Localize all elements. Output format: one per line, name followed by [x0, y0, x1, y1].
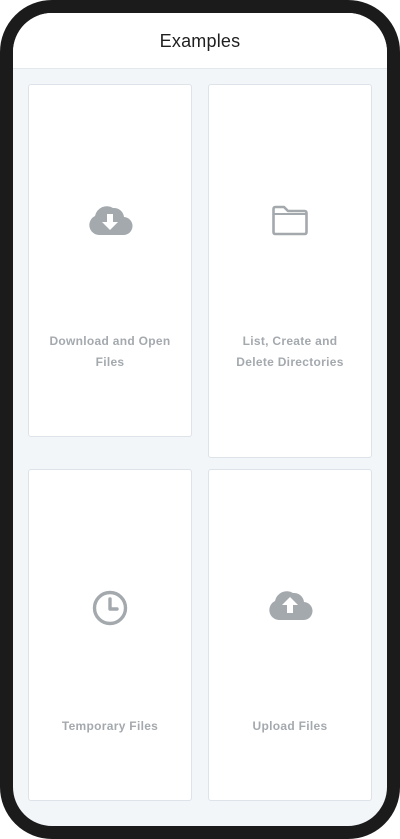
card-label: List, Create and Delete Directories — [236, 334, 344, 369]
clock-icon — [92, 590, 128, 626]
card-label: Temporary Files — [61, 719, 159, 733]
card-upload-files[interactable]: Upload Files — [208, 469, 372, 801]
cloud-download-icon — [89, 206, 133, 236]
navigation-header: Examples — [13, 13, 387, 69]
page-title: Examples — [159, 31, 241, 51]
cloud-upload-icon — [269, 591, 313, 621]
card-label: Upload Files — [252, 719, 328, 733]
folder-icon — [272, 205, 308, 236]
card-directories[interactable]: List, Create and Delete Directories — [208, 84, 372, 458]
card-temporary-files[interactable]: Temporary Files — [28, 469, 192, 801]
device-frame: Examples Download and Open Files List, C… — [0, 0, 400, 839]
card-label: Download and Open Files — [49, 334, 171, 369]
card-download-open-files[interactable]: Download and Open Files — [28, 84, 192, 437]
